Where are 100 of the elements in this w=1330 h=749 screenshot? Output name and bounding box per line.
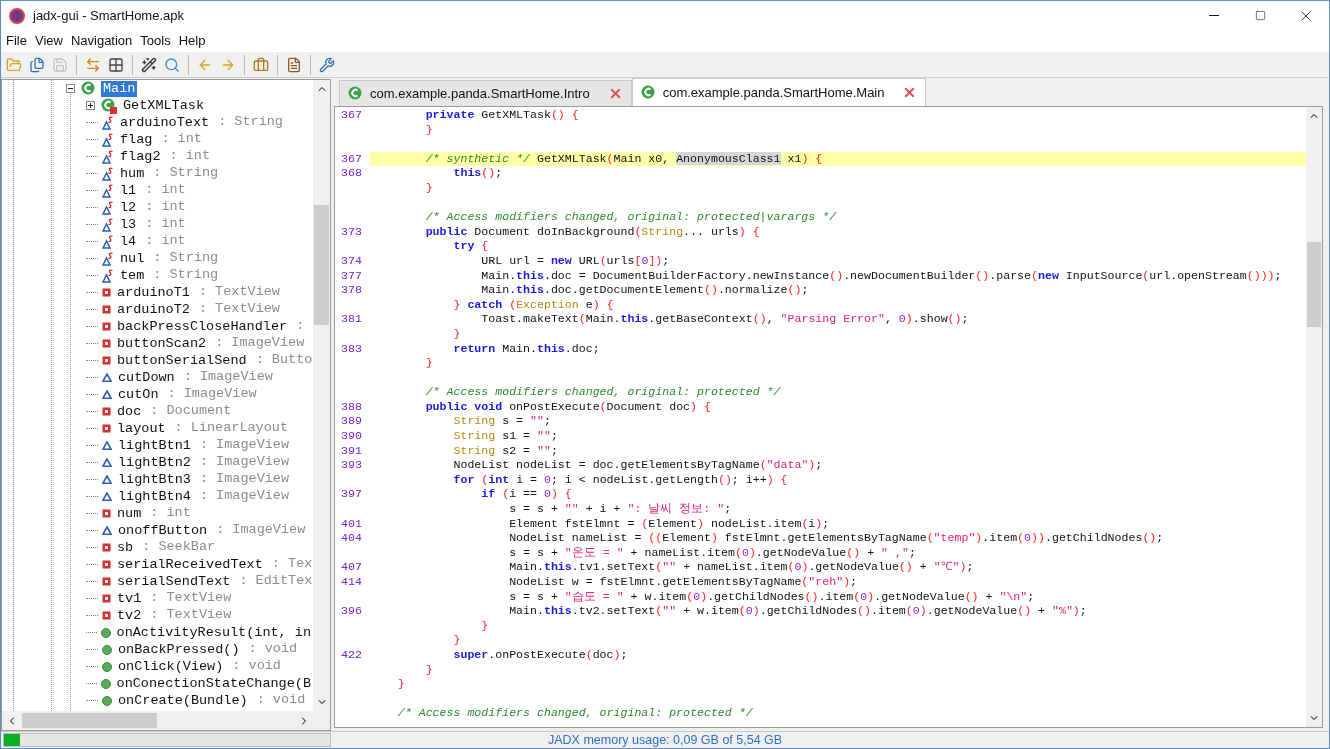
scrollbar-thumb[interactable] — [22, 713, 157, 728]
code-line: Main.this.doc = DocumentBuilderFactory.newInstance().newDocumentBuilder().parse(new InputSource(url.openStream())); — [480, 268, 1282, 282]
tree-item[interactable]: onoffButton — [116, 522, 210, 539]
static-field-icon — [102, 166, 114, 181]
class-icon — [348, 85, 364, 102]
static-field-icon — [102, 200, 114, 215]
code-line: for (int i = 0; i < nodeList.getLength(); i++) { — [452, 472, 788, 486]
menu-item[interactable]: Navigation — [66, 31, 137, 51]
collapse-icon[interactable] — [66, 84, 75, 93]
tree-item[interactable]: num — [115, 505, 144, 522]
tree-item-type: : ImageView — [216, 521, 306, 540]
tree-item[interactable]: doc — [115, 403, 144, 420]
code-line: s = s + "온도 = " + nameList.item(0).getNodeValue() + " ,"; — [508, 545, 916, 559]
tree-item[interactable]: flag2 — [118, 148, 163, 165]
code-line: Element fstElmnt = (Element) nodeList.item(i); — [508, 516, 830, 530]
code-line: public void onPostExecute(Document doc) { — [424, 399, 711, 413]
code-line: try { — [452, 239, 489, 253]
tree-item[interactable]: onConectionStateChange(B — [114, 675, 313, 692]
scrollbar-thumb[interactable] — [1307, 242, 1321, 327]
menu-item[interactable]: Help — [174, 31, 210, 51]
menu-item[interactable]: View — [30, 31, 67, 51]
tree-item[interactable]: buttonScan2 — [115, 335, 209, 352]
tree-item-type: : int — [145, 232, 186, 251]
horizontal-scrollbar[interactable] — [2, 711, 330, 730]
code-line: NodeList nodeList = doc.getElementsByTagName("data"); — [452, 458, 823, 472]
expand-icon[interactable] — [86, 101, 95, 110]
tree-item[interactable]: layout — [115, 420, 168, 437]
tree-item[interactable]: lightBtn3 — [116, 471, 193, 488]
tree-item-type: : ImageView — [199, 436, 290, 455]
tree-item-type: : SeekBar — [142, 538, 216, 557]
tree-item[interactable]: Main — [101, 80, 138, 97]
editor-tab[interactable]: com.example.panda.SmartHome.Intro — [339, 80, 632, 106]
line-number: 396 — [341, 604, 362, 618]
vertical-scrollbar[interactable] — [1306, 107, 1322, 727]
tree-item-type: : ImageView — [215, 334, 305, 353]
tree-item[interactable]: buttonSerialSend — [115, 352, 249, 369]
tree-item[interactable]: tv1 — [115, 590, 144, 607]
tree-item[interactable]: onBackPressed() — [116, 641, 242, 658]
code-line: String s1 = ""; — [452, 429, 558, 443]
tree-item[interactable]: lightBtn4 — [116, 488, 193, 505]
tree-item[interactable]: GetXMLTask — [121, 97, 206, 114]
editor-tab[interactable]: com.example.panda.SmartHome.Main — [631, 78, 927, 106]
tree-item[interactable]: tv2 — [115, 607, 144, 624]
tree-item[interactable]: cutOn — [116, 386, 161, 403]
code-line: Main.this.tv2.setText("" + w.item(0).getChildNodes().item(0).getNodeValue() + "%"); — [508, 604, 1087, 618]
code-line: /* Access modifiers changed, original: protected */ — [424, 385, 781, 399]
code-line: } — [424, 662, 433, 676]
static-field-icon — [102, 149, 114, 164]
tree-item-type: : int — [145, 215, 186, 234]
tree-item[interactable]: arduinoT2 — [115, 301, 192, 318]
tree-item[interactable]: l3 — [118, 216, 139, 233]
tree-item-type: : ImageView — [199, 487, 290, 506]
tree-item-type: : — [296, 317, 305, 336]
tree-item-type: : ImageView — [167, 385, 257, 404]
maximize-icon — [1254, 10, 1266, 21]
static-field-icon — [102, 251, 114, 266]
tree-item[interactable]: flag — [118, 131, 155, 148]
code-line: } — [424, 356, 433, 370]
tree-item[interactable]: lightBtn2 — [116, 454, 193, 471]
vertical-scrollbar[interactable] — [313, 80, 330, 711]
static-field-icon — [102, 268, 114, 283]
tree-item[interactable]: l1 — [118, 182, 139, 199]
tree-item-type: : int — [145, 198, 186, 217]
menu-item[interactable]: Tools — [136, 31, 175, 51]
tab-label: com.example.panda.SmartHome.Intro — [370, 84, 590, 103]
tree-item[interactable]: arduinoText — [118, 114, 212, 131]
tree-item[interactable]: cutDown — [116, 369, 177, 386]
tree-item[interactable]: sb — [115, 539, 136, 556]
tree-item-type: : void — [248, 640, 298, 659]
code-line: /* Access modifiers changed, original: protected|varargs */ — [424, 210, 837, 224]
tree-item[interactable]: onClick(View) — [116, 658, 226, 675]
tree-item[interactable]: serialReceivedText — [115, 556, 265, 573]
tree-item[interactable]: nul — [118, 250, 147, 267]
tree-item[interactable]: serialSendText — [115, 573, 233, 590]
tree-item[interactable]: backPressCloseHandler — [115, 318, 290, 335]
tree-item[interactable]: tem — [118, 267, 147, 284]
line-number: 367 — [341, 151, 362, 165]
tree-item-type: : int — [169, 147, 211, 166]
code-line: /* Access modifiers changed, original: protected */ — [396, 706, 753, 720]
tree-item[interactable]: arduinoT1 — [115, 284, 192, 301]
tree-item[interactable]: hum — [118, 165, 147, 182]
tree-item[interactable]: l4 — [118, 233, 139, 250]
tree-item[interactable]: lightBtn1 — [116, 437, 193, 454]
code-line: s = s + "습도 = " + w.item(0).getChildNodes().item(0).getNodeValue() + "\n"; — [508, 589, 1035, 603]
line-number: 383 — [341, 341, 362, 355]
code-line: String s = ""; — [452, 414, 551, 428]
scrollbar-thumb[interactable] — [314, 205, 329, 325]
tree-item-type: : String — [153, 249, 219, 268]
line-number: 391 — [341, 443, 362, 457]
line-number: 388 — [341, 399, 362, 413]
code-line: } — [424, 122, 433, 136]
tree-item[interactable]: onActivityResult(int, in — [114, 624, 313, 641]
documents-icon — [29, 56, 45, 73]
tree-item-type: : void — [232, 657, 281, 676]
tree-item[interactable]: l2 — [118, 199, 139, 216]
code-line: URL url = new URL(urls[0]); — [480, 253, 670, 267]
tree-item-type: : Tex — [271, 555, 313, 574]
line-number: 407 — [341, 560, 362, 574]
tree-item[interactable]: onCreate(Bundle) — [116, 692, 250, 709]
menu-item[interactable]: File — [2, 31, 31, 51]
